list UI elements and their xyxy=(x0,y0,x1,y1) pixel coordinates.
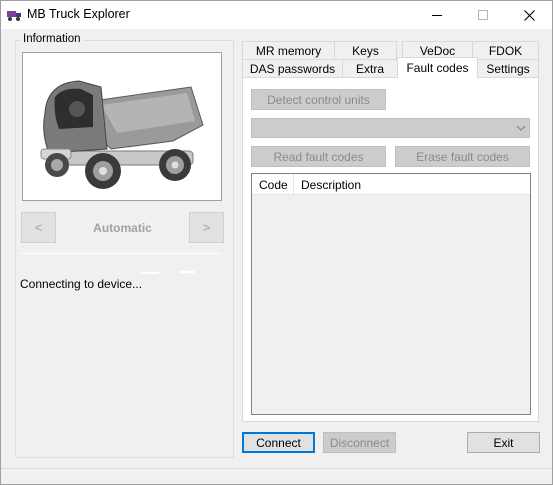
next-button[interactable]: > xyxy=(189,212,224,243)
status-artifact xyxy=(141,272,159,274)
erase-fault-codes-button[interactable]: Erase fault codes xyxy=(395,146,530,167)
mode-label: Automatic xyxy=(93,220,152,235)
control-unit-select[interactable] xyxy=(251,118,530,138)
close-button[interactable] xyxy=(506,1,552,29)
info-divider xyxy=(21,253,221,254)
tab-fault-codes[interactable]: Fault codes xyxy=(397,57,478,78)
fault-codes-list-header: Code Description xyxy=(252,174,530,195)
information-group-label: Information xyxy=(21,33,83,45)
connect-button[interactable]: Connect xyxy=(242,432,315,453)
previous-button[interactable]: < xyxy=(21,212,56,243)
title-bar[interactable]: MB Truck Explorer xyxy=(1,1,552,29)
disconnect-button[interactable]: Disconnect xyxy=(323,432,396,453)
tab-fdok[interactable]: FDOK xyxy=(472,41,539,60)
read-fault-codes-button[interactable]: Read fault codes xyxy=(251,146,386,167)
fault-codes-list[interactable]: Code Description xyxy=(251,173,531,415)
status-artifact xyxy=(179,271,195,273)
tab-keys[interactable]: Keys xyxy=(334,41,397,60)
minimize-icon xyxy=(432,15,442,16)
exit-button[interactable]: Exit xyxy=(467,432,540,453)
column-header-code[interactable]: Code xyxy=(252,174,294,195)
tab-mr-memory[interactable]: MR memory xyxy=(242,41,335,60)
detect-control-units-button[interactable]: Detect control units xyxy=(251,89,386,110)
connection-status-text: Connecting to device... xyxy=(20,277,143,291)
truck-app-icon xyxy=(7,11,21,21)
tab-extra[interactable]: Extra xyxy=(342,59,398,78)
maximize-icon xyxy=(478,10,488,20)
status-bar xyxy=(1,468,552,484)
app-window: MB Truck Explorer Information < Automati… xyxy=(0,0,553,485)
close-icon xyxy=(523,9,535,21)
minimize-button[interactable] xyxy=(414,1,460,29)
truck-image xyxy=(22,52,222,201)
window-title: MB Truck Explorer xyxy=(27,7,130,21)
chevron-down-icon xyxy=(516,125,526,131)
tab-das-passwords[interactable]: DAS passwords xyxy=(242,59,343,78)
maximize-button[interactable] xyxy=(460,1,506,29)
dump-truck-illustration xyxy=(40,80,204,189)
column-header-description[interactable]: Description xyxy=(294,174,530,195)
tab-settings[interactable]: Settings xyxy=(477,59,539,78)
